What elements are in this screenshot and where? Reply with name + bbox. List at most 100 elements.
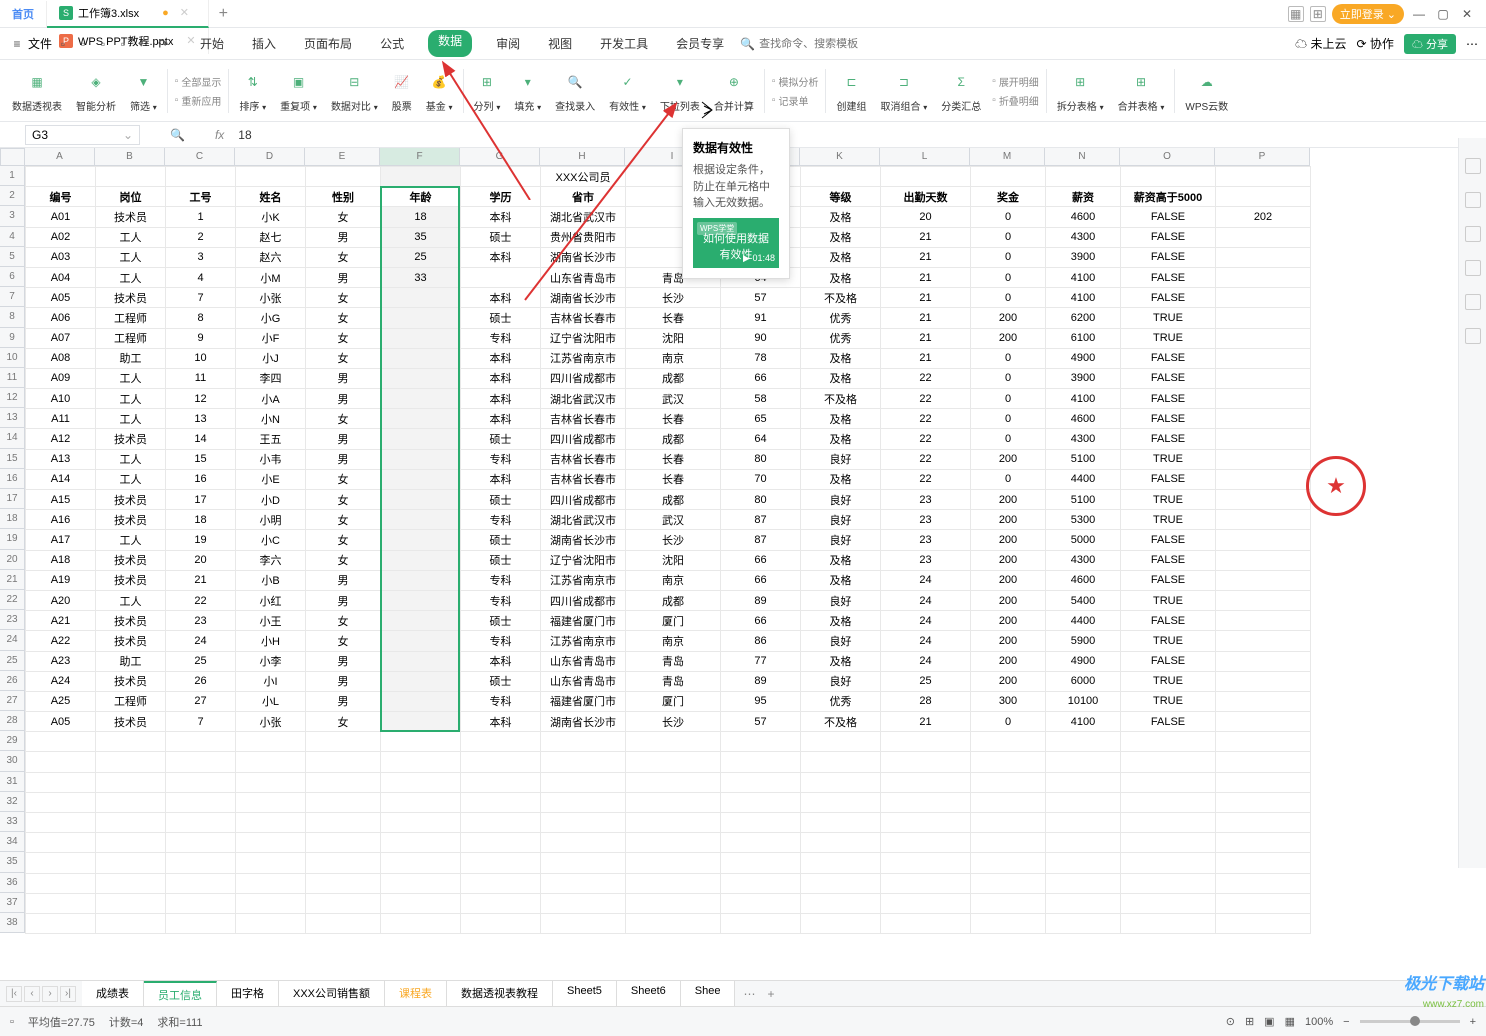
minimize-icon[interactable]: — xyxy=(1410,5,1428,23)
cell[interactable]: 57 xyxy=(721,712,801,732)
cell[interactable] xyxy=(381,651,461,671)
cell[interactable]: 南京 xyxy=(626,631,721,651)
sidepanel-item-1[interactable] xyxy=(1465,158,1481,174)
menu-tab-页面布局[interactable]: 页面布局 xyxy=(300,30,356,57)
cell[interactable]: FALSE xyxy=(1121,530,1216,550)
col-header-L[interactable]: L xyxy=(880,148,970,166)
col-header-G[interactable]: G xyxy=(460,148,540,166)
cell[interactable]: 技术员 xyxy=(96,611,166,631)
cell[interactable]: 小王 xyxy=(236,611,306,631)
cell[interactable]: 山东省青岛市 xyxy=(541,651,626,671)
cell[interactable] xyxy=(1216,490,1311,510)
cell[interactable]: A10 xyxy=(26,389,96,409)
cell[interactable]: 男 xyxy=(306,227,381,247)
col-header-D[interactable]: D xyxy=(235,148,305,166)
cell[interactable]: 工人 xyxy=(96,389,166,409)
zoom-slider[interactable] xyxy=(1360,1020,1460,1023)
cell[interactable]: FALSE xyxy=(1121,550,1216,570)
col-header-N[interactable]: N xyxy=(1045,148,1120,166)
cell[interactable]: 成都 xyxy=(626,429,721,449)
cell[interactable]: 长春 xyxy=(626,308,721,328)
cell[interactable]: FALSE xyxy=(1121,288,1216,308)
cell[interactable]: 小K xyxy=(236,207,306,227)
cell[interactable]: 200 xyxy=(971,490,1046,510)
cell[interactable]: 男 xyxy=(306,570,381,590)
cell[interactable]: 22 xyxy=(881,449,971,469)
cell[interactable]: 良好 xyxy=(801,590,881,610)
tab-add[interactable]: + xyxy=(209,0,238,28)
cell[interactable]: 武汉 xyxy=(626,510,721,530)
row-header-1[interactable]: 1 xyxy=(0,166,25,186)
cell[interactable]: FALSE xyxy=(1121,611,1216,631)
ribbon-有效性[interactable]: ✓有效性 ▾ xyxy=(603,66,652,115)
cell[interactable]: 22 xyxy=(881,429,971,449)
cell[interactable]: 66 xyxy=(721,550,801,570)
cell[interactable]: 本科 xyxy=(461,409,541,429)
cell[interactable]: 22 xyxy=(881,469,971,489)
cell[interactable]: FALSE xyxy=(1121,429,1216,449)
cell[interactable]: 300 xyxy=(971,691,1046,711)
ribbon-记录单[interactable]: ▫记录单 xyxy=(769,92,822,109)
status-view-1[interactable]: ⊙ xyxy=(1226,1015,1235,1028)
cell-reference[interactable]: G3⌄ xyxy=(25,125,140,145)
cell[interactable]: 86 xyxy=(721,631,801,651)
cell[interactable]: 王五 xyxy=(236,429,306,449)
cell[interactable]: 8 xyxy=(166,308,236,328)
cell[interactable]: 200 xyxy=(971,570,1046,590)
cell[interactable] xyxy=(1216,288,1311,308)
cell[interactable]: 硕士 xyxy=(461,611,541,631)
ribbon-分列[interactable]: ⊞分列 ▾ xyxy=(468,66,507,115)
cell[interactable]: 吉林省长春市 xyxy=(541,308,626,328)
cell[interactable]: 专科 xyxy=(461,449,541,469)
status-view-3[interactable]: ▣ xyxy=(1264,1015,1274,1028)
cell[interactable]: 20 xyxy=(881,207,971,227)
cell[interactable]: 5100 xyxy=(1046,490,1121,510)
sheet-tab-员工信息[interactable]: 员工信息 xyxy=(144,981,217,1007)
cell[interactable]: 女 xyxy=(306,510,381,530)
tooltip-video[interactable]: WPS学堂 如何使用数据有效性 ▶ 01:48 xyxy=(693,218,779,268)
col-header-C[interactable]: C xyxy=(165,148,235,166)
cell[interactable]: 本科 xyxy=(461,207,541,227)
ribbon-WPS云数[interactable]: ☁WPS云数 xyxy=(1179,66,1234,115)
column-headers[interactable]: ABCDEFGHIJKLMNOP xyxy=(25,148,1310,166)
cell[interactable]: 18 xyxy=(381,207,461,227)
cell[interactable]: 24 xyxy=(881,651,971,671)
ribbon-填充[interactable]: ▾填充 ▾ xyxy=(508,66,547,115)
ribbon-查找录入[interactable]: 🔍查找录入 xyxy=(549,66,601,115)
cell[interactable]: 小红 xyxy=(236,590,306,610)
cell[interactable]: 辽宁省沈阳市 xyxy=(541,550,626,570)
cell[interactable]: 长春 xyxy=(626,409,721,429)
cell[interactable] xyxy=(1216,328,1311,348)
menu-tab-开始[interactable]: 开始 xyxy=(196,30,228,57)
new-icon[interactable]: ▫ xyxy=(54,35,72,53)
cell[interactable]: 20 xyxy=(166,550,236,570)
ribbon-折叠明细[interactable]: ▫折叠明细 xyxy=(989,92,1042,109)
cell[interactable] xyxy=(381,288,461,308)
cell[interactable]: 0 xyxy=(971,267,1046,287)
cell[interactable]: 男 xyxy=(306,691,381,711)
header-cell[interactable]: 岗位 xyxy=(96,187,166,207)
cell[interactable]: 80 xyxy=(721,449,801,469)
cell[interactable]: 技术员 xyxy=(96,429,166,449)
cell[interactable]: 5400 xyxy=(1046,590,1121,610)
cell[interactable]: FALSE xyxy=(1121,247,1216,267)
cell[interactable]: 70 xyxy=(721,469,801,489)
cell[interactable]: 21 xyxy=(881,308,971,328)
cell[interactable]: 赵七 xyxy=(236,227,306,247)
cell[interactable]: FALSE xyxy=(1121,469,1216,489)
cell[interactable]: 0 xyxy=(971,389,1046,409)
cell[interactable]: 男 xyxy=(306,267,381,287)
cell[interactable]: 山东省青岛市 xyxy=(541,267,626,287)
cell[interactable]: 25 xyxy=(166,651,236,671)
cell[interactable]: 小明 xyxy=(236,510,306,530)
cell[interactable]: 及格 xyxy=(801,267,881,287)
row-header-30[interactable]: 30 xyxy=(0,751,25,771)
cell[interactable]: A12 xyxy=(26,429,96,449)
cell[interactable]: A18 xyxy=(26,550,96,570)
cell[interactable]: 本科 xyxy=(461,288,541,308)
cell[interactable]: 13 xyxy=(166,409,236,429)
cell[interactable]: 202 xyxy=(1216,207,1311,227)
cell[interactable]: 小H xyxy=(236,631,306,651)
sheet-tab-课程表[interactable]: 课程表 xyxy=(385,981,447,1007)
sheet-tab-Sheet5[interactable]: Sheet5 xyxy=(553,981,617,1007)
